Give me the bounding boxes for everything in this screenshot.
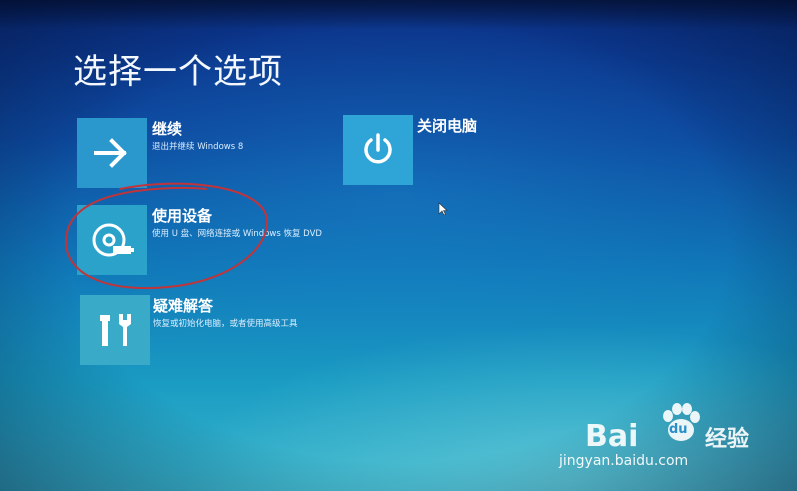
- option-continue[interactable]: 继续 退出并继续 Windows 8: [77, 118, 357, 190]
- watermark-brand-left: Bai: [585, 419, 639, 454]
- arrow-right-icon: [94, 138, 127, 168]
- option-shutdown-title: 关闭电脑: [417, 117, 478, 135]
- power-icon: [364, 133, 392, 164]
- use-device-tile[interactable]: [77, 205, 147, 275]
- mouse-cursor-icon: [438, 202, 448, 216]
- watermark-url: jingyan.baidu.com: [559, 453, 689, 469]
- watermark-brand-right: 经验: [705, 427, 750, 452]
- page-title: 选择一个选项: [73, 52, 283, 92]
- option-troubleshoot[interactable]: 疑难解答 恢复或初始化电脑，或者使用高级工具: [80, 295, 360, 367]
- troubleshoot-tile[interactable]: [80, 295, 150, 365]
- continue-tile[interactable]: [77, 118, 147, 188]
- option-troubleshoot-description: 恢复或初始化电脑，或者使用高级工具: [153, 319, 298, 329]
- shutdown-tile[interactable]: [343, 115, 413, 185]
- watermark-brand-paw-text: du: [669, 422, 688, 437]
- option-continue-title: 继续: [152, 120, 183, 138]
- option-shutdown[interactable]: 关闭电脑: [343, 115, 543, 187]
- option-use-device-title: 使用设备: [152, 207, 213, 225]
- disc-usb-icon: [92, 223, 134, 257]
- option-troubleshoot-title: 疑难解答: [153, 297, 214, 315]
- option-use-device[interactable]: 使用设备 使用 U 盘、网络连接或 Windows 恢复 DVD: [77, 205, 357, 277]
- tools-icon: [100, 314, 131, 346]
- option-continue-description: 退出并继续 Windows 8: [152, 142, 244, 152]
- baidu-jingyan-watermark: Bai du 经验 jingyan.baidu.com: [559, 395, 755, 473]
- option-use-device-description: 使用 U 盘、网络连接或 Windows 恢复 DVD: [152, 229, 322, 239]
